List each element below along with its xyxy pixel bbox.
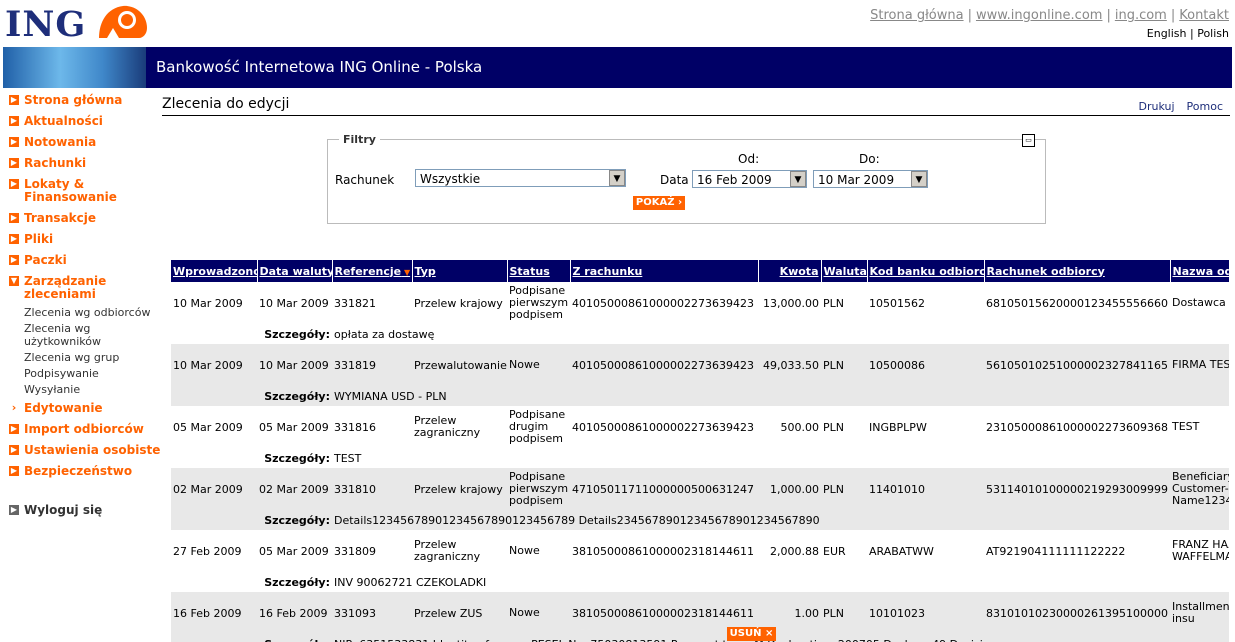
col-entered[interactable]: Wprowadzono xyxy=(171,260,258,282)
col-amount[interactable]: Kwota xyxy=(758,260,822,282)
details-row: Szczegóły: opłata za dostawę xyxy=(171,324,1229,344)
col-currency[interactable]: Waluta xyxy=(821,260,868,282)
col-to-account[interactable]: Rachunek odbiorcy xyxy=(984,260,1171,282)
col-type[interactable]: Typ xyxy=(412,260,508,282)
delete-button[interactable]: USUŃ × xyxy=(727,627,776,641)
details-row: Szczegóły: TEST xyxy=(171,448,1229,468)
col-bank-code[interactable]: Kod banku odbiorcy xyxy=(867,260,985,282)
col-value-date[interactable]: Data waluty xyxy=(257,260,333,282)
details-row: Szczegóły: WYMIANA USD - PLN xyxy=(171,386,1229,406)
table-row[interactable]: 10 Mar 2009 10 Mar 2009 331821 Przelew kraj… xyxy=(171,282,1229,324)
details-row: Szczegóły: INV 90062721 CZEKOLADKI xyxy=(171,572,1229,592)
table-row[interactable]: 10 Mar 2009 10 Mar 2009 331819 Przewalutowa… xyxy=(171,344,1229,386)
close-icon: × xyxy=(764,628,774,639)
col-reference[interactable]: Referencje ▼ xyxy=(332,260,413,282)
table-header: Wprowadzono Data waluty Referencje ▼ Typ… xyxy=(171,260,1229,282)
orders-table: Wprowadzono Data waluty Referencje ▼ Typ… xyxy=(171,260,1229,642)
table-row[interactable]: 05 Mar 2009 05 Mar 2009 331816 Przelew zagr… xyxy=(171,406,1229,448)
col-status[interactable]: Status xyxy=(507,260,571,282)
details-row: Szczegóły:NIP: 6351533831 Identity of pa… xyxy=(171,634,1229,642)
details-row: Szczegóły: Details12345678901234567890123… xyxy=(171,510,1229,530)
col-from-account[interactable]: Z rachunku xyxy=(570,260,759,282)
col-recipient-name[interactable]: Nazwa odb xyxy=(1170,260,1229,282)
table-row[interactable]: 16 Feb 2009 16 Feb 2009 331093 Przelew ZUS N… xyxy=(171,592,1229,634)
table-row[interactable]: 27 Feb 2009 05 Mar 2009 331809 Przelew zagr… xyxy=(171,530,1229,572)
table-row[interactable]: 02 Mar 2009 02 Mar 2009 331810 Przelew kraj… xyxy=(171,468,1229,510)
table-wrapper: Wprowadzono Data waluty Referencje ▼ Typ… xyxy=(0,0,1229,642)
sort-down-icon: ▼ xyxy=(401,267,411,277)
